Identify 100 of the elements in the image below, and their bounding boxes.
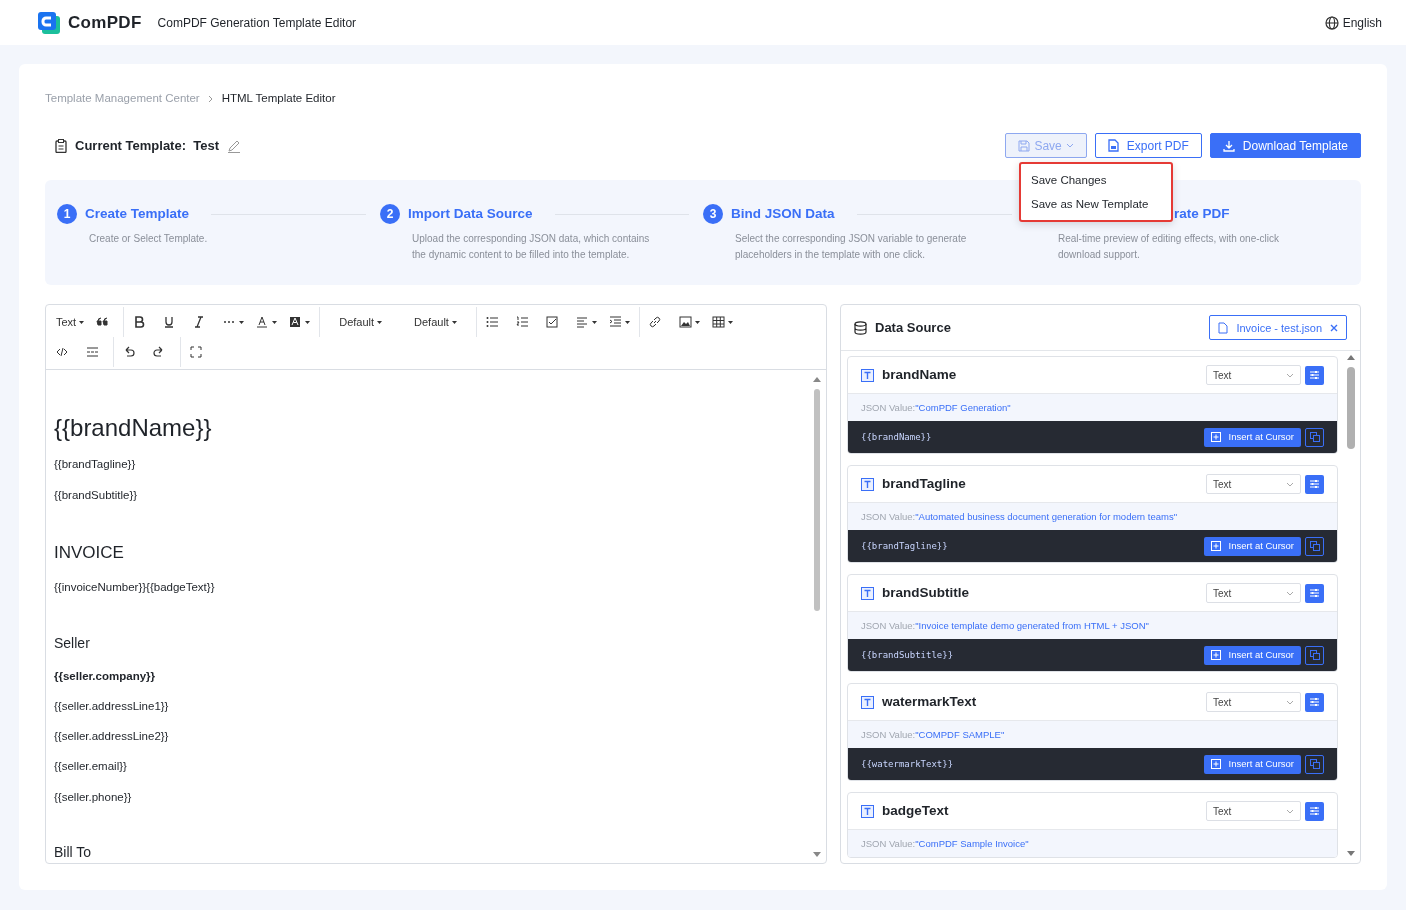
caret-icon xyxy=(451,320,457,324)
image-icon xyxy=(678,316,692,329)
save-icon xyxy=(1018,139,1031,152)
placeholder-code: {{watermarkText}} xyxy=(861,757,954,771)
table-icon xyxy=(711,316,725,329)
caret-icon xyxy=(1065,142,1074,149)
copy-button[interactable] xyxy=(1305,645,1324,665)
copy-icon xyxy=(1309,541,1320,552)
insert-button[interactable]: Insert at Cursor xyxy=(1203,427,1301,447)
step-title: Create Template xyxy=(85,205,190,224)
link-icon xyxy=(648,316,662,329)
chevron-icon xyxy=(1286,808,1294,814)
settings-icon xyxy=(1309,697,1320,708)
insert-button[interactable]: Insert at Cursor xyxy=(1203,754,1301,774)
close-icon[interactable] xyxy=(1330,323,1338,332)
step-title: Import Data Source xyxy=(408,205,533,224)
placeholder-code: {{brandName}} xyxy=(861,430,932,444)
bold-icon xyxy=(133,316,147,329)
step-title: Bind JSON Data xyxy=(731,205,835,224)
font-color-icon xyxy=(256,316,270,329)
step-number: 1 xyxy=(57,204,77,225)
settings-icon xyxy=(1309,588,1320,599)
type-select[interactable]: Text xyxy=(1206,365,1301,386)
copy-button[interactable] xyxy=(1305,536,1324,556)
json-value: JSON Value:"Automated business document generation for modern teams" xyxy=(848,503,1337,531)
undo-icon xyxy=(123,346,136,359)
type-select[interactable]: Text xyxy=(1206,692,1301,713)
horizontal-rule-icon xyxy=(86,346,99,359)
edit-icon[interactable] xyxy=(227,138,241,153)
json-value: JSON Value:"ComPDF Generation" xyxy=(848,394,1337,422)
type-select[interactable]: Text xyxy=(1206,474,1301,495)
settings-button[interactable] xyxy=(1305,692,1324,712)
language-selector[interactable]: English xyxy=(1342,13,1382,32)
settings-button[interactable] xyxy=(1305,365,1324,385)
file-name: Invoice - test.json xyxy=(1236,320,1322,336)
settings-button[interactable] xyxy=(1305,474,1324,494)
paragraph: {{seller.addressLine1}} xyxy=(54,698,170,714)
copy-icon xyxy=(1309,650,1320,661)
numbered-list-icon xyxy=(515,316,529,329)
type-select[interactable]: Text xyxy=(1206,801,1301,822)
block-format-dropdown[interactable]: Text xyxy=(50,307,91,338)
field-name: badgeText xyxy=(882,802,949,821)
plus-icon xyxy=(1210,650,1221,661)
step-number: 2 xyxy=(380,204,400,225)
font-size-dropdown[interactable]: Default xyxy=(408,307,463,338)
settings-button[interactable] xyxy=(1305,583,1324,603)
json-value: JSON Value:"COMPDF SAMPLE" xyxy=(848,721,1337,749)
caret-icon xyxy=(305,320,311,324)
field-name: watermarkText xyxy=(882,693,977,712)
clipboard-icon xyxy=(55,138,67,153)
text-type-icon xyxy=(861,477,874,491)
step-number: 3 xyxy=(703,204,723,225)
select-value: Text xyxy=(1213,477,1232,492)
insert-button[interactable]: Insert at Cursor xyxy=(1203,536,1301,556)
code-view-icon xyxy=(56,346,69,359)
text-type-icon xyxy=(861,586,874,600)
download-template-button[interactable]: Download Template xyxy=(1209,133,1361,159)
export-pdf-button[interactable]: Export PDF xyxy=(1094,133,1202,159)
type-select[interactable]: Text xyxy=(1206,583,1301,604)
file-icon xyxy=(1218,321,1229,334)
paragraph: {{seller.company}} xyxy=(54,668,156,684)
caret-icon xyxy=(727,320,733,324)
caret-icon xyxy=(272,320,278,324)
settings-icon xyxy=(1309,479,1320,490)
caret-icon xyxy=(591,320,597,324)
chevron-icon xyxy=(1286,699,1294,705)
heading: Bill To xyxy=(54,842,93,862)
app-title: ComPDF Generation Template Editor xyxy=(157,14,357,32)
copy-button[interactable] xyxy=(1305,754,1324,774)
paragraph: {{seller.addressLine2}} xyxy=(54,729,170,744)
text-type-icon xyxy=(861,695,874,709)
paragraph: {{brandSubtitle}} xyxy=(54,487,139,503)
menu-item[interactable]: Save Changes xyxy=(1021,168,1171,192)
caret-icon xyxy=(377,320,383,324)
step-description: Select the corresponding JSON variable to generate placeholders in the template with one click. xyxy=(735,231,968,262)
globe-icon[interactable] xyxy=(1324,15,1339,30)
background-color-icon xyxy=(289,316,303,329)
file-chip[interactable]: Invoice - test.json xyxy=(1209,315,1347,341)
align-icon xyxy=(575,316,589,329)
step-description: Create or Select Template. xyxy=(89,231,209,246)
field-name: brandName xyxy=(882,366,957,385)
select-value: Text xyxy=(1213,804,1232,819)
font-family-dropdown[interactable]: Default xyxy=(333,307,389,338)
settings-icon xyxy=(1309,370,1320,381)
breadcrumb-item: HTML Template Editor xyxy=(221,91,336,106)
step-description: Upload the corresponding JSON data, which contains the dynamic content to be filled into the template. xyxy=(412,231,651,262)
chevron-icon xyxy=(1286,481,1294,487)
copy-button[interactable] xyxy=(1305,427,1324,447)
copy-icon xyxy=(1309,432,1320,443)
menu-item[interactable]: Save as New Template xyxy=(1021,192,1171,216)
plus-icon xyxy=(1210,432,1221,443)
paragraph: {{seller.phone}} xyxy=(54,789,133,805)
plus-icon xyxy=(1210,541,1221,552)
settings-button[interactable] xyxy=(1305,801,1324,821)
json-value: JSON Value:"Invoice template demo generated from HTML + JSON" xyxy=(848,612,1337,640)
insert-button[interactable]: Insert at Cursor xyxy=(1203,645,1301,665)
caret-icon xyxy=(694,320,700,324)
caret-icon xyxy=(624,320,630,324)
settings-icon xyxy=(1309,806,1320,817)
plus-icon xyxy=(1210,759,1221,770)
